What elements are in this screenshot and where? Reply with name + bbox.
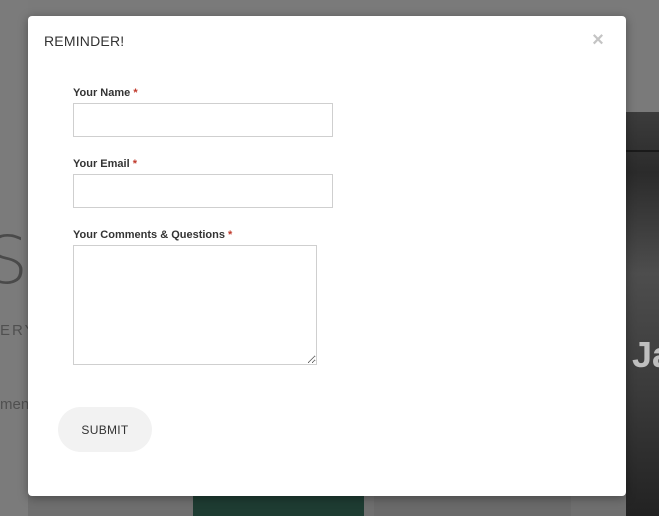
comments-label-text: Your Comments & Questions: [73, 229, 225, 241]
name-input[interactable]: [73, 103, 333, 137]
reminder-modal: REMINDER! × Your Name * Your Email * You…: [28, 16, 626, 496]
background-thumbnail-1: [193, 495, 364, 516]
comments-label: Your Comments & Questions *: [73, 229, 232, 241]
email-label: Your Email *: [73, 158, 137, 170]
email-input[interactable]: [73, 174, 333, 208]
name-label: Your Name *: [73, 87, 138, 99]
submit-button[interactable]: SUBMIT: [58, 407, 152, 452]
comments-textarea[interactable]: [73, 245, 317, 365]
email-label-text: Your Email: [73, 158, 130, 170]
background-photo-text: Ja: [632, 334, 659, 375]
background-thumbnail-2: [374, 495, 571, 516]
name-label-text: Your Name: [73, 87, 131, 99]
background-photo-right: [626, 112, 659, 516]
close-icon[interactable]: ×: [590, 30, 606, 50]
background-heading-fragment: S: [0, 222, 28, 299]
comments-required-mark: *: [228, 229, 233, 241]
email-required-mark: *: [132, 158, 137, 170]
modal-title: REMINDER!: [44, 33, 125, 49]
name-required-mark: *: [133, 87, 138, 99]
